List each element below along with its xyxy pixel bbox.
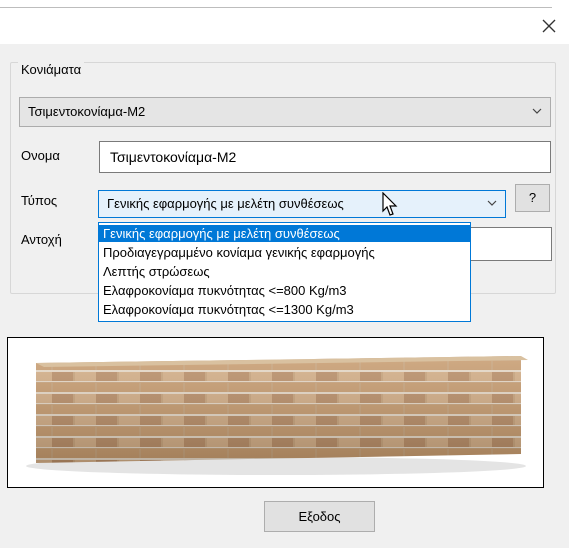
mortar-select-value: Τσιμεντοκονίαμα-M2	[28, 104, 146, 119]
chevron-down-icon	[532, 108, 542, 114]
dropdown-option[interactable]: Προδιαγεγραμμένο κονίαμα γενικής εφαρμογ…	[99, 244, 470, 261]
dropdown-option[interactable]: Λεπτής στρώσεως	[99, 263, 470, 280]
strength-field[interactable]	[470, 227, 552, 261]
mouse-cursor	[381, 191, 403, 218]
dropdown-option[interactable]: Γενικής εφαρμογής με μελέτη συνθέσεως	[99, 225, 470, 242]
chevron-down-icon	[487, 200, 497, 206]
dropdown-option[interactable]: Ελαφροκονίαμα πυκνότητας <=1300 Kg/m3	[99, 301, 470, 318]
close-icon	[542, 19, 556, 33]
title-bar	[0, 0, 569, 44]
name-label: Ονομα	[21, 148, 60, 163]
type-label: Τύπος	[21, 193, 58, 208]
title-bar-divider	[0, 7, 552, 8]
name-field[interactable]: Τσιμεντοκονίαμα-M2	[99, 141, 551, 173]
name-field-value: Τσιμεντοκονίαμα-M2	[110, 149, 237, 165]
mouse-cursor-icon	[382, 191, 398, 216]
exit-button[interactable]: Εξοδος	[264, 501, 375, 532]
close-button[interactable]	[538, 16, 560, 38]
help-button-label: ?	[528, 190, 537, 205]
exit-button-label: Εξοδος	[298, 509, 341, 524]
brick-wall-illustration	[26, 356, 528, 475]
type-help-button[interactable]: ?	[515, 184, 550, 212]
dropdown-option[interactable]: Ελαφροκονίαμα πυκνότητας <=800 Kg/m3	[99, 282, 470, 299]
groupbox-label: Κονιάματα	[18, 62, 85, 77]
type-select[interactable]: Γενικής εφαρμογής με μελέτη συνθέσεως	[98, 190, 506, 218]
strength-label: Αντοχή	[21, 232, 62, 247]
type-dropdown-list: Γενικής εφαρμογής με μελέτη συνθέσεως Πρ…	[98, 222, 471, 322]
mortar-preview-image	[7, 337, 544, 488]
mortar-select[interactable]: Τσιμεντοκονίαμα-M2	[19, 97, 551, 127]
type-select-value: Γενικής εφαρμογής με μελέτη συνθέσεως	[107, 196, 344, 211]
